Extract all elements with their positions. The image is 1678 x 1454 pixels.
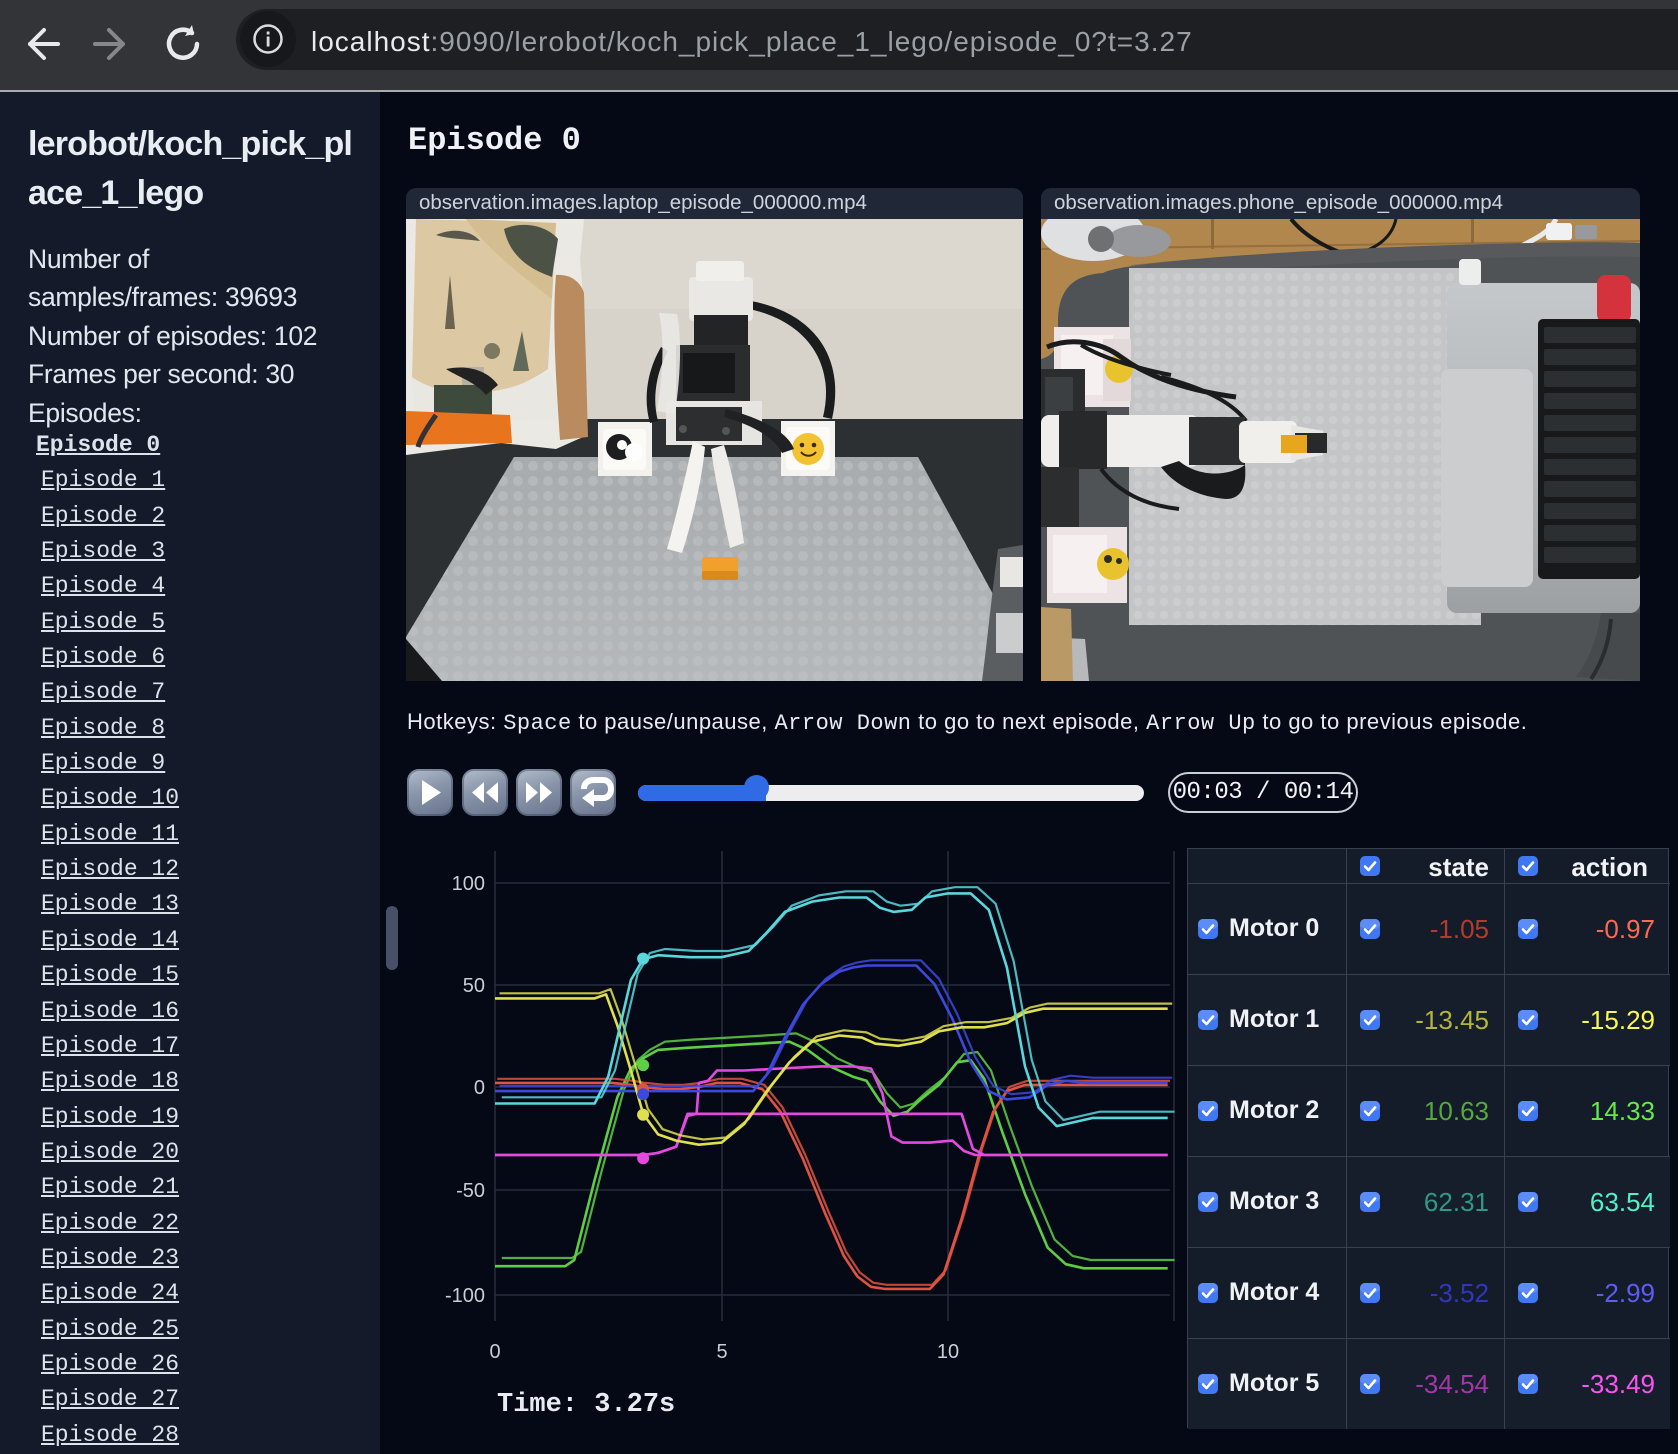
svg-text:5: 5 (716, 1341, 727, 1363)
svg-text:0: 0 (489, 1341, 500, 1363)
svg-text:Time: 3.27s: Time: 3.27s (497, 1390, 675, 1420)
svg-text:-100: -100 (445, 1285, 485, 1307)
svg-text:-50: -50 (456, 1180, 485, 1202)
svg-text:0: 0 (474, 1077, 485, 1099)
svg-text:50: 50 (463, 975, 485, 997)
svg-text:10: 10 (937, 1341, 959, 1363)
svg-text:100: 100 (452, 873, 485, 895)
